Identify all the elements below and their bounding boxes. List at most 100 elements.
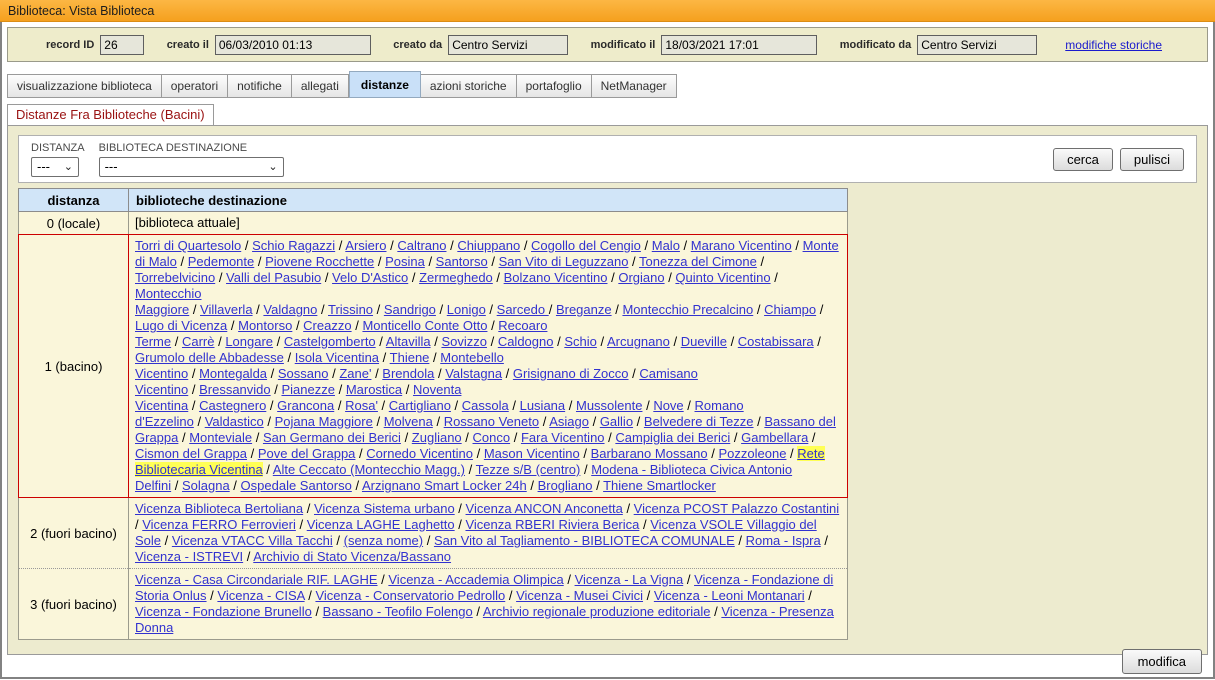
library-link[interactable]: Monteviale	[189, 430, 252, 445]
library-link[interactable]: Villaverla	[200, 302, 253, 317]
library-link[interactable]: Vicenza FERRO Ferrovieri	[142, 517, 296, 532]
library-link[interactable]: Pozzoleone	[718, 446, 786, 461]
cerca-button[interactable]: cerca	[1053, 148, 1113, 171]
library-link[interactable]: Montecchio Precalcino	[622, 302, 753, 317]
library-link[interactable]: Thiene Smartlocker	[603, 478, 716, 493]
library-link[interactable]: San Vito al Tagliamento - BIBLIOTECA COM…	[434, 533, 735, 548]
library-link[interactable]: Marano Vicentino	[691, 238, 792, 253]
library-link[interactable]: Santorso	[436, 254, 488, 269]
library-link[interactable]: Barbarano Mossano	[591, 446, 708, 461]
library-link[interactable]: Breganze	[556, 302, 612, 317]
library-link[interactable]: Marostica	[346, 382, 402, 397]
field-value[interactable]: 26	[100, 35, 144, 55]
library-link[interactable]: Sarcedo	[497, 302, 549, 317]
library-link[interactable]: Vicenza RBERI Riviera Berica	[465, 517, 639, 532]
tab-distanze[interactable]: distanze	[349, 71, 421, 98]
library-link[interactable]: Vicenza - CISA	[217, 588, 304, 603]
library-link[interactable]: Alte Ceccato (Montecchio Magg.)	[273, 462, 465, 477]
library-link[interactable]: Monticello Conte Otto	[362, 318, 487, 333]
library-link[interactable]: Valdagno	[263, 302, 317, 317]
library-link[interactable]: Brendola	[382, 366, 434, 381]
library-link[interactable]: Lugo di Vicenza	[135, 318, 227, 333]
library-link[interactable]: Zugliano	[412, 430, 462, 445]
library-link[interactable]: Asiago	[549, 414, 589, 429]
library-link[interactable]: Pojana Maggiore	[275, 414, 373, 429]
tab-portafoglio[interactable]: portafoglio	[517, 74, 592, 98]
library-link[interactable]: Vicenza - Musei Civici	[516, 588, 643, 603]
library-link[interactable]: Piovene Rocchette	[265, 254, 374, 269]
library-link[interactable]: Mussolente	[576, 398, 642, 413]
library-link[interactable]: Creazzo	[303, 318, 351, 333]
library-link[interactable]: Vicenza - Fondazione Brunello	[135, 604, 312, 619]
library-link[interactable]: Grancona	[277, 398, 334, 413]
library-link[interactable]: Vicenza ANCON Anconetta	[466, 501, 623, 516]
library-link[interactable]: Archivio di Stato Vicenza/Bassano	[253, 549, 451, 564]
library-link[interactable]: (senza nome)	[344, 533, 423, 548]
library-link[interactable]: Vicenza LAGHE Laghetto	[307, 517, 455, 532]
library-link[interactable]: Pedemonte	[188, 254, 255, 269]
library-link[interactable]: Torri di Quartesolo	[135, 238, 241, 253]
destinazione-select[interactable]: --- ⌄	[99, 157, 284, 177]
library-link[interactable]: Carrè	[182, 334, 215, 349]
tab-visualizzazione-biblioteca[interactable]: visualizzazione biblioteca	[7, 74, 162, 98]
library-link[interactable]: Mason Vicentino	[484, 446, 580, 461]
library-link[interactable]: Chiuppano	[457, 238, 520, 253]
library-link[interactable]: Castegnero	[199, 398, 266, 413]
library-link[interactable]: Trissino	[328, 302, 373, 317]
library-link[interactable]: Valstagna	[445, 366, 502, 381]
library-link[interactable]: Tezze s/B (centro)	[476, 462, 581, 477]
tab-notifiche[interactable]: notifiche	[228, 74, 292, 98]
library-link[interactable]: Fara Vicentino	[521, 430, 605, 445]
library-link[interactable]: Isola Vicentina	[295, 350, 379, 365]
library-link[interactable]: Vicenza PCOST Palazzo Costantini	[634, 501, 839, 516]
field-value[interactable]: Centro Servizi	[448, 35, 568, 55]
library-link[interactable]: Caldogno	[498, 334, 554, 349]
library-link[interactable]: Cartigliano	[389, 398, 451, 413]
library-link[interactable]: Sandrigo	[384, 302, 436, 317]
field-value[interactable]: 06/03/2010 01:13	[215, 35, 371, 55]
library-link[interactable]: Bressanvido	[199, 382, 271, 397]
library-link[interactable]: Valdastico	[205, 414, 264, 429]
library-link[interactable]: Grumolo delle Abbadesse	[135, 350, 284, 365]
tab-netmanager[interactable]: NetManager	[592, 74, 677, 98]
library-link[interactable]: Conco	[473, 430, 511, 445]
library-link[interactable]: Arzignano Smart Locker 24h	[362, 478, 527, 493]
library-link[interactable]: Belvedere di Tezze	[644, 414, 754, 429]
library-link[interactable]: Malo	[652, 238, 680, 253]
library-link[interactable]: Pianezze	[281, 382, 334, 397]
library-link[interactable]: Nove	[653, 398, 683, 413]
library-link[interactable]: Quinto Vicentino	[675, 270, 770, 285]
library-link[interactable]: Gallio	[600, 414, 633, 429]
library-link[interactable]: Cassola	[462, 398, 509, 413]
library-link[interactable]: Archivio regionale produzione editoriale	[483, 604, 711, 619]
library-link[interactable]: Caltrano	[397, 238, 446, 253]
library-link[interactable]: Vicenza - La Vigna	[575, 572, 684, 587]
library-link[interactable]: Solagna	[182, 478, 230, 493]
library-link[interactable]: Chiampo	[764, 302, 816, 317]
library-link[interactable]: Altavilla	[386, 334, 431, 349]
library-link[interactable]: San Vito di Leguzzano	[499, 254, 629, 269]
library-link[interactable]: Campiglia dei Berici	[615, 430, 730, 445]
distanza-select[interactable]: --- ⌄	[31, 157, 79, 177]
library-link[interactable]: Torrebelvicino	[135, 270, 215, 285]
field-value[interactable]: Centro Servizi	[917, 35, 1037, 55]
library-link[interactable]: Montorso	[238, 318, 292, 333]
library-link[interactable]: Vicenza - ISTREVI	[135, 549, 243, 564]
library-link[interactable]: Arcugnano	[607, 334, 670, 349]
pulisci-button[interactable]: pulisci	[1120, 148, 1184, 171]
library-link[interactable]: Costabissara	[738, 334, 814, 349]
library-link[interactable]: Vicenza - Leoni Montanari	[654, 588, 805, 603]
library-link[interactable]: Cismon del Grappa	[135, 446, 247, 461]
library-link[interactable]: Lusiana	[520, 398, 566, 413]
library-link[interactable]: Orgiano	[618, 270, 664, 285]
field-value[interactable]: 18/03/2021 17:01	[661, 35, 817, 55]
library-link[interactable]: Thiene	[390, 350, 430, 365]
library-link[interactable]: Bolzano Vicentino	[504, 270, 608, 285]
modifica-button[interactable]: modifica	[1122, 649, 1202, 674]
library-link[interactable]: Zermeghedo	[419, 270, 493, 285]
library-link[interactable]: Posina	[385, 254, 425, 269]
library-link[interactable]: Bassano - Teofilo Folengo	[323, 604, 473, 619]
library-link[interactable]: Zane'	[339, 366, 371, 381]
library-link[interactable]: Brogliano	[538, 478, 593, 493]
library-link[interactable]: Velo D'Astico	[332, 270, 408, 285]
